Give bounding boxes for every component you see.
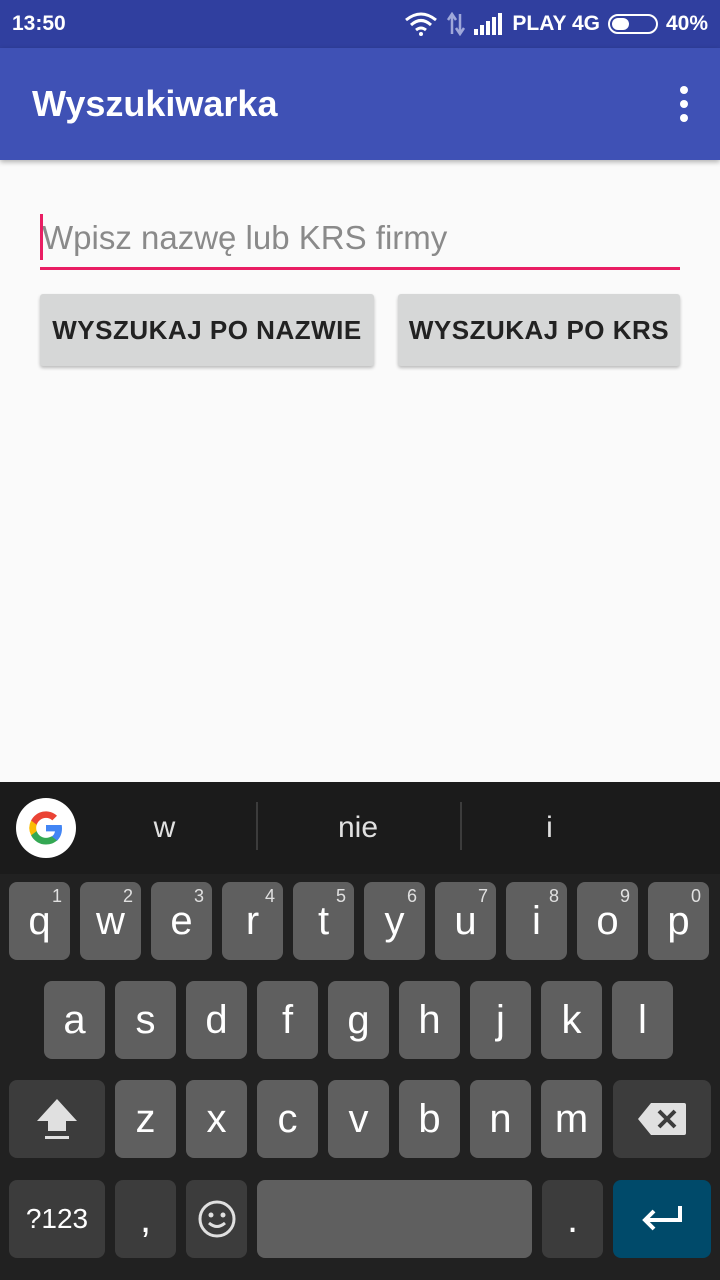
suggestion-strip: w nie i bbox=[0, 782, 720, 874]
more-vert-icon[interactable] bbox=[676, 86, 692, 122]
key-f[interactable]: f bbox=[257, 981, 318, 1059]
key-j[interactable]: j bbox=[470, 981, 531, 1059]
key-label: j bbox=[496, 997, 505, 1042]
key-hint: 1 bbox=[51, 886, 62, 906]
key-hint: 2 bbox=[122, 886, 133, 906]
key-label: o bbox=[596, 898, 619, 943]
symbols-key[interactable]: ?123 bbox=[9, 1180, 105, 1258]
key-y[interactable]: y6 bbox=[364, 882, 425, 960]
key-label: c bbox=[277, 1096, 298, 1141]
key-g[interactable]: g bbox=[328, 981, 389, 1059]
key-u[interactable]: u7 bbox=[435, 882, 496, 960]
key-label: b bbox=[418, 1096, 441, 1141]
screen: 13:50 PLAY 4G 40% Wyszukiwarka Wpisz naz… bbox=[0, 0, 720, 1280]
backspace-key[interactable] bbox=[613, 1080, 711, 1158]
emoji-icon bbox=[198, 1200, 235, 1238]
text-cursor bbox=[40, 214, 43, 260]
key-hint: 5 bbox=[335, 886, 346, 906]
key-e[interactable]: e3 bbox=[151, 882, 212, 960]
soft-keyboard: w nie i q1w2e3r4t5y6u7i8o9p0 asdfghjkl z… bbox=[0, 782, 720, 1280]
key-hint: 6 bbox=[406, 886, 417, 906]
key-t[interactable]: t5 bbox=[293, 882, 354, 960]
period-key[interactable]: . bbox=[542, 1180, 603, 1258]
suggestion-3[interactable]: i bbox=[462, 802, 637, 854]
key-label: s bbox=[135, 997, 156, 1042]
key-label: g bbox=[347, 997, 370, 1042]
key-label: z bbox=[135, 1096, 156, 1141]
suggestion-1[interactable]: w bbox=[92, 802, 237, 854]
key-q[interactable]: q1 bbox=[9, 882, 70, 960]
battery-percent: 40% bbox=[665, 12, 708, 35]
status-bar: 13:50 PLAY 4G 40% bbox=[0, 0, 720, 48]
key-v[interactable]: v bbox=[328, 1080, 389, 1158]
key-x[interactable]: x bbox=[186, 1080, 247, 1158]
battery-icon bbox=[607, 14, 658, 34]
search-input[interactable] bbox=[40, 210, 680, 266]
key-label: e bbox=[170, 898, 193, 943]
key-a[interactable]: a bbox=[44, 981, 105, 1059]
key-o[interactable]: o9 bbox=[577, 882, 638, 960]
key-label: i bbox=[532, 898, 541, 943]
search-by-name-button[interactable]: WYSZUKAJ PO NAZWIE bbox=[40, 294, 374, 366]
emoji-key[interactable] bbox=[186, 1180, 247, 1258]
status-icons: PLAY 4G 40% bbox=[404, 12, 708, 36]
key-h[interactable]: h bbox=[399, 981, 460, 1059]
key-hint: 9 bbox=[619, 886, 630, 906]
key-hint: 7 bbox=[477, 886, 488, 906]
key-w[interactable]: w2 bbox=[80, 882, 141, 960]
key-l[interactable]: l bbox=[612, 981, 673, 1059]
key-label: n bbox=[489, 1096, 512, 1141]
key-hint: 0 bbox=[690, 886, 701, 906]
key-label: r bbox=[245, 898, 260, 943]
enter-key[interactable] bbox=[613, 1180, 711, 1258]
key-label: l bbox=[638, 997, 647, 1042]
app-title: Wyszukiwarka bbox=[32, 83, 278, 124]
battery-level bbox=[611, 18, 629, 30]
backspace-icon bbox=[638, 1103, 686, 1135]
key-label: k bbox=[561, 997, 582, 1042]
key-label: x bbox=[206, 1096, 227, 1141]
key-d[interactable]: d bbox=[186, 981, 247, 1059]
google-logo-icon[interactable] bbox=[16, 798, 76, 858]
shift-key[interactable] bbox=[9, 1080, 105, 1158]
space-key[interactable] bbox=[257, 1180, 532, 1258]
key-label: p bbox=[667, 898, 690, 943]
app-bar: Wyszukiwarka bbox=[0, 48, 720, 160]
key-label: u bbox=[454, 898, 477, 943]
data-arrows-icon bbox=[446, 12, 466, 36]
suggestion-2[interactable]: nie bbox=[258, 802, 458, 854]
key-z[interactable]: z bbox=[115, 1080, 176, 1158]
key-label: f bbox=[281, 997, 294, 1042]
key-label: h bbox=[418, 997, 441, 1042]
wifi-icon bbox=[404, 12, 438, 36]
carrier-label: PLAY 4G bbox=[512, 12, 600, 35]
search-field[interactable] bbox=[40, 210, 680, 270]
key-k[interactable]: k bbox=[541, 981, 602, 1059]
key-c[interactable]: c bbox=[257, 1080, 318, 1158]
status-time: 13:50 bbox=[12, 12, 66, 35]
key-m[interactable]: m bbox=[541, 1080, 602, 1158]
key-hint: 4 bbox=[264, 886, 275, 906]
key-label: t bbox=[317, 898, 330, 943]
key-label: v bbox=[348, 1096, 369, 1141]
signal-icon bbox=[474, 13, 504, 35]
key-p[interactable]: p0 bbox=[648, 882, 709, 960]
shift-icon bbox=[37, 1099, 77, 1139]
comma-key[interactable]: , bbox=[115, 1180, 176, 1258]
key-label: a bbox=[63, 997, 86, 1042]
key-r[interactable]: r4 bbox=[222, 882, 283, 960]
key-s[interactable]: s bbox=[115, 981, 176, 1059]
key-b[interactable]: b bbox=[399, 1080, 460, 1158]
key-label: d bbox=[205, 997, 228, 1042]
key-label: q bbox=[28, 898, 51, 943]
search-by-krs-button[interactable]: WYSZUKAJ PO KRS bbox=[398, 294, 680, 366]
key-n[interactable]: n bbox=[470, 1080, 531, 1158]
key-label: y bbox=[384, 898, 405, 943]
enter-icon bbox=[642, 1206, 682, 1231]
key-label: w bbox=[96, 898, 125, 943]
key-label: m bbox=[554, 1096, 589, 1141]
key-hint: 3 bbox=[193, 886, 204, 906]
key-hint: 8 bbox=[548, 886, 559, 906]
key-i[interactable]: i8 bbox=[506, 882, 567, 960]
